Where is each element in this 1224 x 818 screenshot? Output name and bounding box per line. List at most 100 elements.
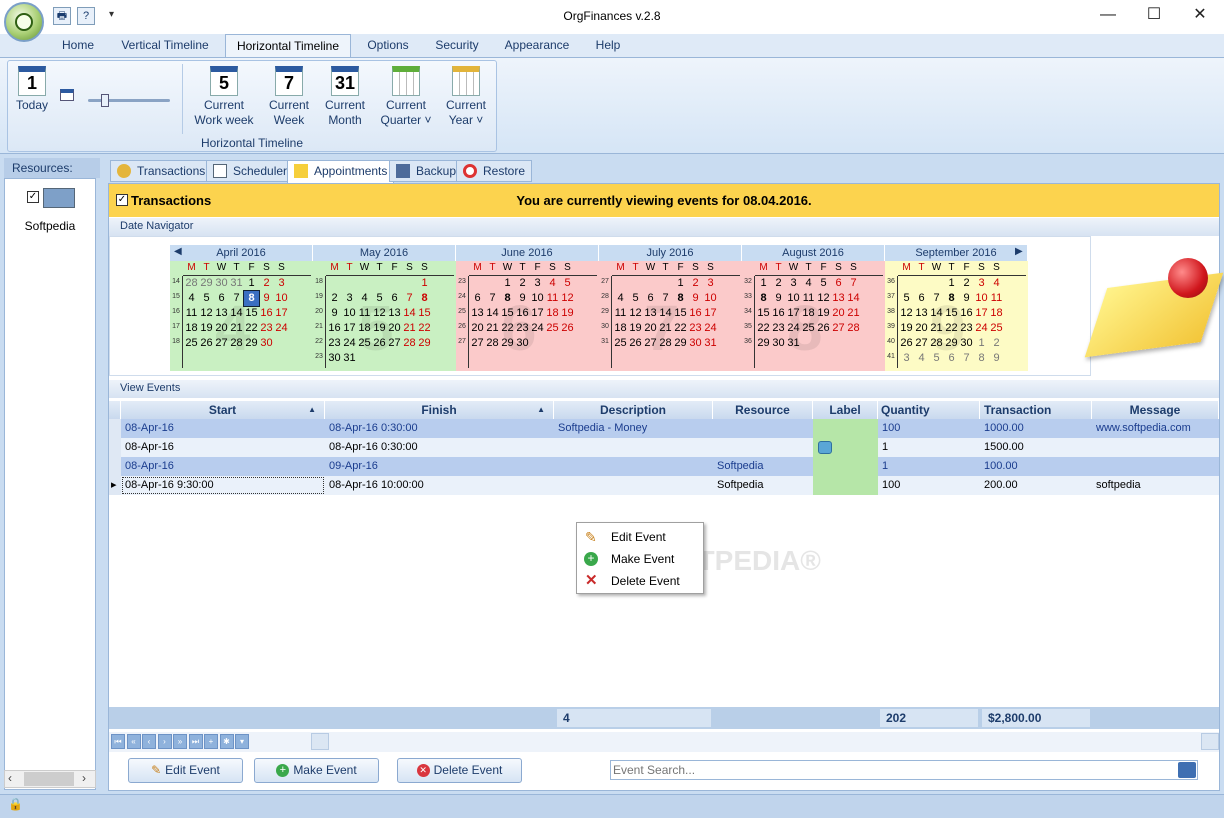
tab-transactions[interactable]: Transactions (110, 160, 213, 182)
calendar-day[interactable]: 22 (500, 321, 515, 336)
calendar-day[interactable]: 27 (214, 336, 229, 351)
calendar-day[interactable]: 18 (989, 306, 1004, 321)
calendar-day[interactable]: 18 (545, 306, 560, 321)
calendar-day[interactable]: 31 (342, 351, 357, 366)
calendar-day[interactable]: 12 (899, 306, 914, 321)
delete-event-button[interactable]: ✕ Delete Event (397, 758, 522, 783)
calendar-day[interactable]: 15 (417, 306, 432, 321)
table-cell[interactable]: 1500.00 (980, 438, 1092, 457)
calendar-day[interactable]: 28 (402, 336, 417, 351)
calendar-day[interactable]: 1 (500, 276, 515, 291)
calendar-day[interactable]: 31 (229, 276, 244, 291)
calendar-day[interactable]: 13 (831, 291, 846, 306)
calendar-day[interactable]: 7 (929, 291, 944, 306)
calendar-day[interactable]: 7 (229, 291, 244, 306)
calendar-day[interactable]: 26 (199, 336, 214, 351)
maximize-button[interactable]: ☐ (1139, 5, 1169, 27)
calendar-day[interactable]: 12 (560, 291, 575, 306)
calendar-day[interactable]: 4 (545, 276, 560, 291)
table-cell[interactable]: www.softpedia.com (1092, 419, 1219, 438)
grid-nav-button[interactable]: ⏮ (111, 734, 125, 749)
calendar-day[interactable]: 25 (545, 321, 560, 336)
minimize-button[interactable]: — (1093, 5, 1123, 27)
calendar-day[interactable]: 21 (929, 321, 944, 336)
zoom-slider-thumb[interactable] (101, 94, 109, 107)
make-event-button[interactable]: + Make Event (254, 758, 379, 783)
edit-event-button[interactable]: ✎ Edit Event (128, 758, 243, 783)
table-cell[interactable]: softpedia (1092, 476, 1219, 495)
table-cell[interactable]: 1 (878, 457, 980, 476)
calendar-day[interactable]: 28 (846, 321, 861, 336)
table-cell[interactable] (813, 457, 878, 476)
scroll-thumb[interactable] (24, 772, 74, 786)
calendar-day[interactable]: 10 (703, 291, 718, 306)
calendar-day[interactable]: 2 (959, 276, 974, 291)
table-cell[interactable]: 08-Apr-16 (121, 419, 325, 438)
calendar-day[interactable]: 6 (944, 351, 959, 366)
table-cell[interactable]: 100 (878, 476, 980, 495)
table-cell[interactable]: 1 (878, 438, 980, 457)
calendar-day[interactable]: 3 (974, 276, 989, 291)
column-header-description[interactable]: Description (554, 401, 713, 419)
table-cell[interactable]: 08-Apr-16 (121, 438, 325, 457)
calendar-day[interactable]: 15 (244, 306, 259, 321)
calendar-day[interactable]: 8 (673, 291, 688, 306)
calendar-day[interactable]: 29 (944, 336, 959, 351)
table-row[interactable]: 08-Apr-16 08-Apr-16 0:30:00 Softpedia - Mo… (109, 419, 1219, 438)
calendar-day[interactable]: 22 (756, 321, 771, 336)
calendar-day[interactable]: 5 (816, 276, 831, 291)
calendar-day[interactable]: 4 (357, 291, 372, 306)
table-cell[interactable]: 08-Apr-16 (121, 457, 325, 476)
calendar-day[interactable]: 24 (342, 336, 357, 351)
grid-nav-button[interactable]: » (173, 734, 187, 749)
calendar-day[interactable]: 18 (613, 321, 628, 336)
current-year-button[interactable]: Current Year ˅ (440, 66, 492, 128)
calendar-day[interactable]: 30 (327, 351, 342, 366)
event-search-input[interactable] (610, 760, 1198, 780)
calendar-day[interactable]: 25 (184, 336, 199, 351)
binoculars-icon[interactable] (1178, 762, 1196, 778)
grid-nav-button[interactable]: › (157, 734, 172, 749)
calendar-day[interactable]: 26 (628, 336, 643, 351)
calendar-day[interactable]: 1 (944, 276, 959, 291)
calendar-day[interactable]: 21 (485, 321, 500, 336)
calendar-day[interactable]: 9 (259, 291, 274, 306)
table-cell[interactable] (713, 419, 813, 438)
calendar-day[interactable]: 27 (387, 336, 402, 351)
calendar-day[interactable]: 27 (831, 321, 846, 336)
calendar-day[interactable]: 27 (914, 336, 929, 351)
grid-nav-button[interactable]: ‹ (142, 734, 156, 749)
calendar-day[interactable]: 23 (327, 336, 342, 351)
table-cell[interactable]: 200.00 (980, 476, 1092, 495)
calendar-day[interactable]: 11 (357, 306, 372, 321)
table-cell[interactable]: 08-Apr-16 0:30:00 (325, 419, 554, 438)
today-button[interactable]: 1 Today (12, 66, 52, 113)
calendar-day[interactable]: 19 (628, 321, 643, 336)
table-cell[interactable] (813, 419, 878, 438)
grid-nav-button[interactable]: ⏭ (188, 734, 203, 749)
calendar-day[interactable]: 1 (417, 276, 432, 291)
calendar-day[interactable]: 30 (515, 336, 530, 351)
calendar-day[interactable]: 27 (643, 336, 658, 351)
calendar-day[interactable]: 8 (243, 290, 260, 307)
tab-horizontal-timeline[interactable]: Horizontal Timeline (225, 34, 351, 57)
calendar-day[interactable]: 7 (402, 291, 417, 306)
calendar-day[interactable]: 25 (613, 336, 628, 351)
calendar-day[interactable]: 20 (831, 306, 846, 321)
calendar-day[interactable]: 10 (530, 291, 545, 306)
calendar-day[interactable]: 2 (989, 336, 1004, 351)
calendar-day[interactable]: 27 (470, 336, 485, 351)
calendar-day[interactable]: 25 (357, 336, 372, 351)
calendar-day[interactable]: 3 (530, 276, 545, 291)
calendar-day[interactable]: 19 (899, 321, 914, 336)
calendar-day[interactable]: 17 (274, 306, 289, 321)
calendar-day[interactable]: 8 (974, 351, 989, 366)
calendar-day[interactable]: 1 (244, 276, 259, 291)
calendar-day[interactable]: 12 (199, 306, 214, 321)
calendar-day[interactable]: 4 (801, 276, 816, 291)
tab-appointments[interactable]: Appointments (287, 160, 395, 184)
calendar-day[interactable]: 2 (515, 276, 530, 291)
calendar-day[interactable]: 9 (515, 291, 530, 306)
grid-nav-button[interactable]: + (204, 734, 218, 749)
calendar-day[interactable]: 13 (214, 306, 229, 321)
